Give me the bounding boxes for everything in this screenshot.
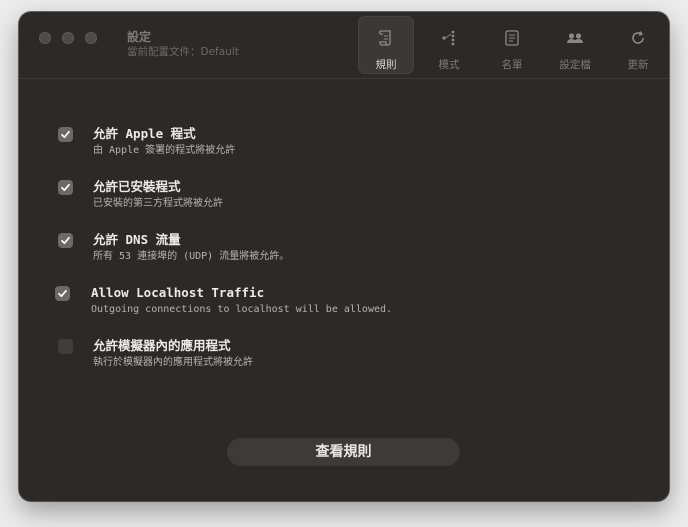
tab-mode[interactable]: 模式 <box>421 16 477 74</box>
refresh-icon <box>632 31 644 44</box>
tab-label: 設定檔 <box>559 59 591 71</box>
profiles-icon <box>567 33 583 43</box>
tab-update[interactable]: 更新 <box>610 16 666 74</box>
option-title: 允許已安裝程式 <box>93 179 181 194</box>
network-nodes-icon <box>442 30 455 46</box>
allow-dns-traffic-checkbox[interactable] <box>58 233 73 248</box>
zoom-window-button[interactable] <box>85 32 97 44</box>
settings-window: 設定 當前配置文件：Default 規則 模式 名單 設定檔 更新 允許 App… <box>19 12 669 501</box>
current-profile-label: 當前配置文件：Default <box>127 46 239 58</box>
option-description: Outgoing connections to localhost will b… <box>91 304 393 315</box>
option-description: 所有 53 連接埠的 (UDP) 流量將被允許。 <box>93 251 290 262</box>
option-description: 已安裝的第三方程式將被允許 <box>93 198 223 209</box>
option-description: 由 Apple 簽署的程式將被允許 <box>93 145 236 156</box>
window-title-block: 設定 當前配置文件：Default <box>127 30 239 59</box>
scroll-icon <box>378 30 391 46</box>
tab-label: 更新 <box>627 59 649 71</box>
tab-list[interactable]: 名單 <box>484 16 540 74</box>
tab-profiles[interactable]: 設定檔 <box>547 16 603 74</box>
option-description: 執行於模擬器內的應用程式將被允許 <box>93 357 253 368</box>
checkmark-icon <box>61 130 70 139</box>
rules-panel: 允許 Apple 程式 由 Apple 簽署的程式將被允許 允許已安裝程式 已安… <box>19 79 669 501</box>
allow-simulator-apps-checkbox[interactable] <box>58 339 73 354</box>
tab-label: 名單 <box>501 59 523 71</box>
tab-rules[interactable]: 規則 <box>358 16 414 74</box>
allow-apple-apps-checkbox[interactable] <box>58 127 73 142</box>
tab-label: 模式 <box>438 59 460 71</box>
tab-label: 規則 <box>375 59 397 71</box>
list-document-icon <box>505 30 519 46</box>
checkmark-icon <box>61 236 70 245</box>
checkmark-icon <box>61 183 70 192</box>
option-title: 允許 Apple 程式 <box>93 126 196 141</box>
option-title: Allow Localhost Traffic <box>91 285 265 300</box>
option-title: 允許 DNS 流量 <box>93 232 181 247</box>
minimize-window-button[interactable] <box>62 32 74 44</box>
option-title: 允許模擬器內的應用程式 <box>93 338 231 353</box>
allow-localhost-traffic-checkbox[interactable] <box>55 286 70 301</box>
view-rules-button[interactable]: 查看規則 <box>227 438 460 466</box>
allow-installed-apps-checkbox[interactable] <box>58 180 73 195</box>
checkmark-icon <box>58 289 67 298</box>
window-title: 設定 <box>127 30 152 44</box>
title-bar: 設定 當前配置文件：Default 規則 模式 名單 設定檔 更新 <box>19 12 669 79</box>
close-window-button[interactable] <box>39 32 51 44</box>
